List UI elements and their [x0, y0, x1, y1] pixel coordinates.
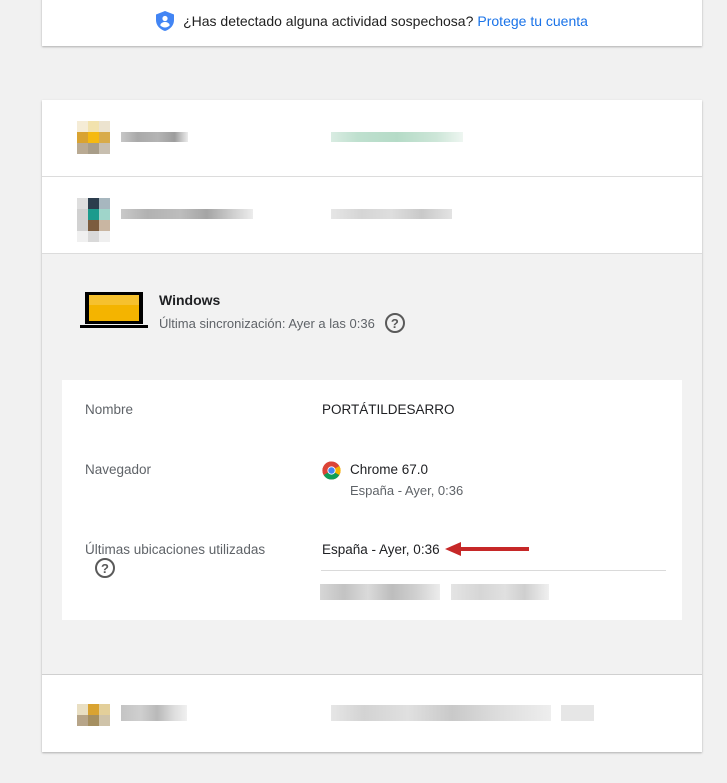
last-sync-text: Última sincronización: Ayer a las 0:36 [159, 315, 375, 331]
protect-account-link[interactable]: Protege tu cuenta [477, 13, 588, 29]
location-redacted [320, 584, 440, 600]
help-circle-icon[interactable]: ? [384, 313, 405, 333]
red-arrow-annotation [445, 542, 529, 556]
browser-value: Chrome 67.0 [350, 462, 429, 477]
expanded-device-panel: Windows Última sincronización: Ayer a la… [42, 254, 702, 675]
help-circle-icon[interactable]: ? [95, 558, 115, 578]
device-last-sync: Última sincronización: Ayer a las 0:36 ? [159, 313, 405, 333]
name-value: PORTÁTILDESARRO [322, 402, 455, 417]
location-redacted [451, 584, 549, 600]
suspicious-activity-question: ¿Has detectado alguna actividad sospecho… [183, 13, 474, 29]
locations-value: España - Ayer, 0:36 [322, 542, 440, 557]
device-name-redacted [121, 209, 253, 219]
device-name-redacted [121, 132, 188, 142]
name-label: Nombre [85, 402, 134, 417]
device-date-redacted [331, 209, 452, 219]
laptop-icon [80, 292, 148, 328]
divider [321, 570, 666, 571]
device-row[interactable] [42, 675, 702, 752]
device-avatar [77, 704, 110, 726]
device-date-redacted [331, 132, 463, 142]
device-avatar [77, 198, 110, 242]
device-avatar [77, 121, 110, 154]
browser-label: Navegador [85, 462, 152, 477]
device-details: Nombre PORTÁTILDESARRO Navegador Chrome … [62, 380, 682, 620]
locations-label: Últimas ubicaciones utilizadas [85, 542, 266, 557]
device-name-redacted [121, 705, 187, 721]
device-date-redacted [561, 705, 594, 721]
browser-last-seen: España - Ayer, 0:36 [350, 483, 464, 498]
device-row[interactable] [42, 100, 702, 177]
chrome-icon [322, 461, 341, 480]
device-date-redacted [331, 705, 551, 721]
suspicious-activity-card: ¿Has detectado alguna actividad sospecho… [42, 0, 702, 46]
devices-card: Windows Última sincronización: Ayer a la… [42, 100, 702, 752]
device-row[interactable] [42, 177, 702, 254]
shield-account-icon [156, 11, 175, 31]
device-title: Windows [159, 292, 221, 308]
